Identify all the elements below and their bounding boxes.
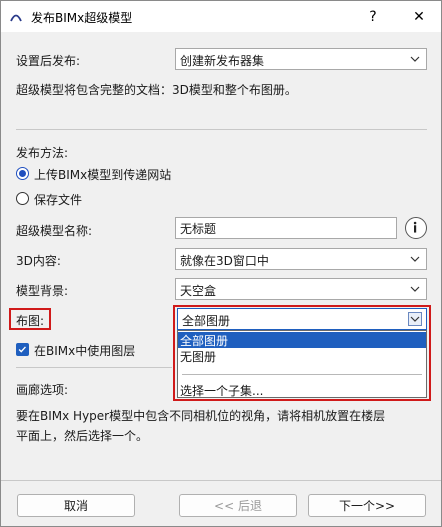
radio-save-file[interactable] [16, 192, 29, 205]
radio-upload-label[interactable]: 上传BIMx模型到传递网站 [34, 166, 171, 183]
chevron-down-icon [410, 256, 420, 262]
chevron-down-icon [410, 286, 420, 292]
after-publish-select[interactable]: 创建新发布器集 [175, 48, 427, 70]
method-label: 发布方法: [16, 146, 69, 160]
next-button[interactable]: 下一个>> [308, 494, 426, 517]
layout-dropdown-list: 全部图册 无图册 选择一个子集... [177, 330, 427, 398]
use-layers-label[interactable]: 在BIMx中使用图层 [34, 342, 135, 359]
gallery-description-line1: 要在BIMx Hyper模型中包含不同相机位的视角，请将相机放置在楼层 [16, 409, 386, 423]
content3d-value: 就像在3D窗口中 [180, 254, 269, 268]
layout-value: 全部图册 [182, 314, 231, 328]
content3d-label: 3D内容: [16, 254, 61, 268]
check-icon [18, 346, 26, 353]
info-button[interactable] [405, 217, 427, 239]
divider [16, 367, 172, 368]
window-title: 发布BIMx超级模型 [31, 11, 133, 25]
dropdown-separator [182, 374, 422, 375]
publish-bimx-dialog: 发布BIMx超级模型 ? ✕ 设置后发布: 创建新发布器集 超级模型将包含完整的… [0, 0, 442, 527]
layout-option-none[interactable]: 无图册 [178, 348, 426, 364]
bimx-arc-icon [10, 14, 22, 22]
use-layers-checkbox[interactable] [16, 343, 29, 356]
footer-divider [1, 480, 441, 481]
cancel-button[interactable]: 取消 [17, 494, 135, 517]
info-icon [413, 221, 417, 233]
title-bar: 发布BIMx超级模型 ? ✕ [1, 1, 441, 32]
radio-upload[interactable] [16, 167, 29, 180]
layout-option-all[interactable]: 全部图册 [178, 332, 426, 348]
help-button[interactable]: ? [351, 1, 395, 32]
chevron-down-icon [408, 312, 422, 326]
close-button[interactable]: ✕ [397, 1, 441, 32]
chevron-down-icon [410, 56, 420, 62]
back-button[interactable]: << 后退 [179, 494, 297, 517]
gallery-description-line2: 平面上，然后选择一个。 [16, 429, 149, 443]
content3d-select[interactable]: 就像在3D窗口中 [175, 248, 427, 270]
after-publish-value: 创建新发布器集 [180, 54, 265, 68]
layout-label: 布图: [16, 314, 45, 328]
gallery-label: 画廊选项: [16, 383, 69, 397]
model-name-field[interactable] [175, 217, 397, 239]
after-publish-label: 设置后发布: [16, 54, 81, 68]
background-select[interactable]: 天空盒 [175, 278, 427, 300]
radio-save-file-label[interactable]: 保存文件 [34, 191, 82, 208]
layout-option-subset[interactable]: 选择一个子集... [178, 382, 426, 398]
model-name-label: 超级模型名称: [16, 224, 93, 238]
divider [16, 129, 427, 130]
info-text: 超级模型将包含完整的文档：3D模型和整个布图册。 [16, 83, 297, 97]
model-name-input[interactable] [176, 218, 396, 238]
layout-select[interactable]: 全部图册 [177, 308, 427, 330]
background-label: 模型背景: [16, 284, 69, 298]
background-value: 天空盒 [180, 284, 217, 298]
